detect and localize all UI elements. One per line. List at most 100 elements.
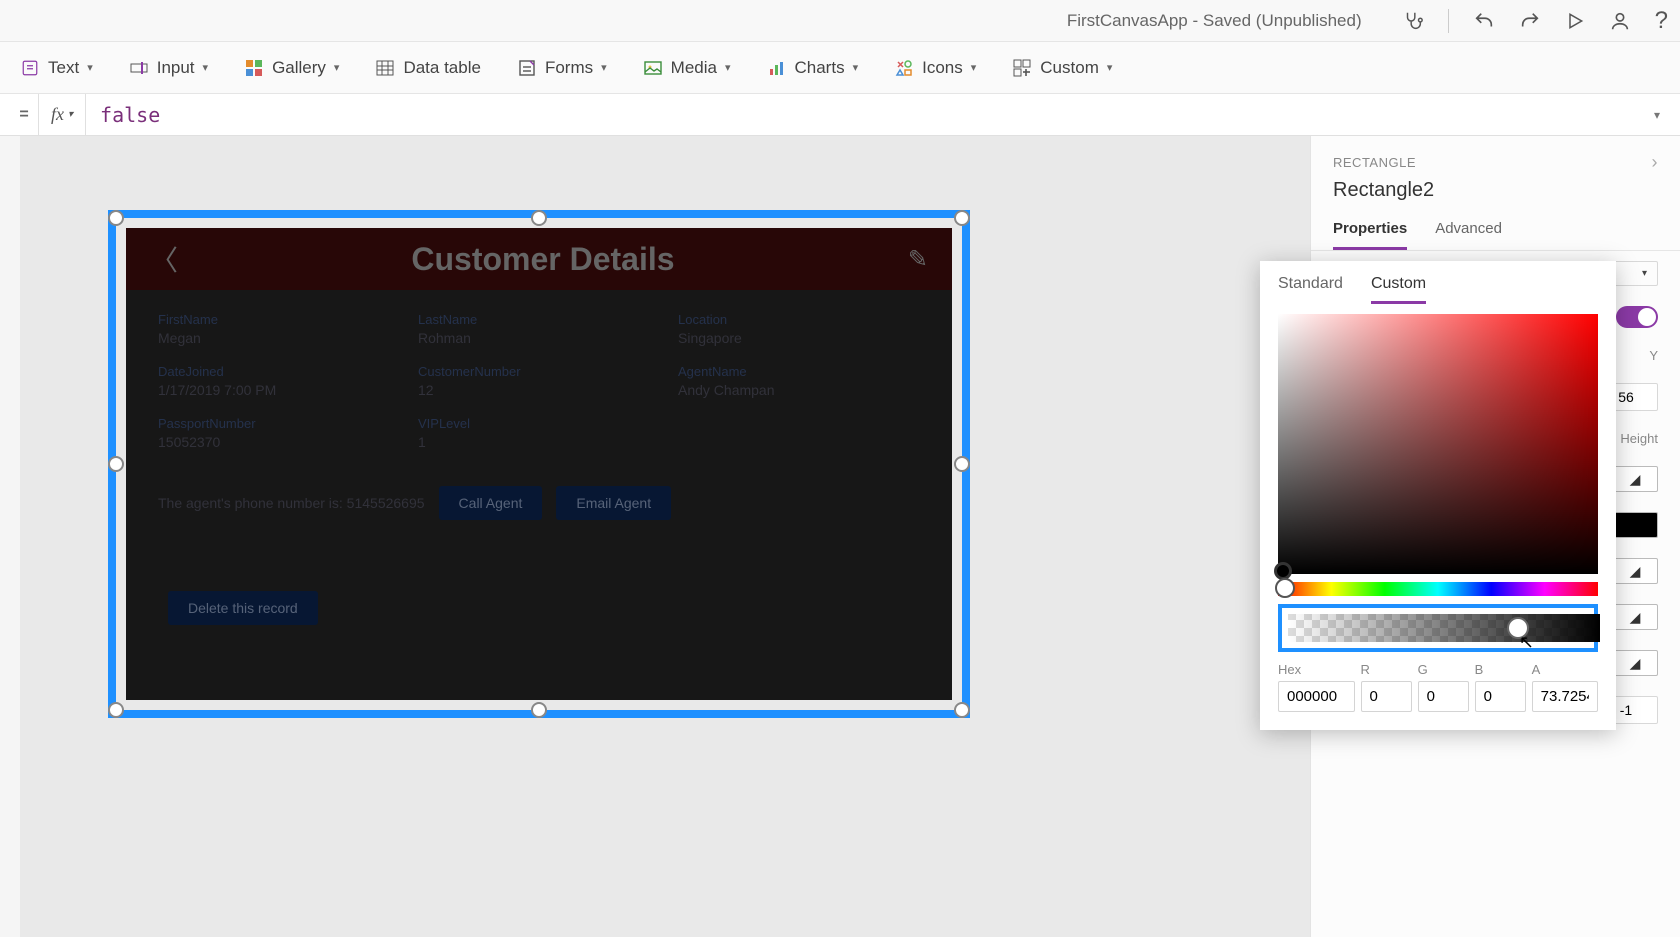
table-icon [375, 58, 395, 78]
tab-advanced[interactable]: Advanced [1435, 214, 1502, 250]
canvas[interactable]: 〈 Customer Details ✎ FirstName Megan Last… [20, 136, 1310, 937]
email-agent-button[interactable]: Email Agent [556, 486, 671, 520]
resize-handle[interactable] [531, 702, 547, 718]
ribbon-custom[interactable]: Custom▾ [1012, 58, 1112, 78]
expand-formula-icon[interactable]: ▾ [1644, 94, 1670, 135]
ribbon-media[interactable]: Media▾ [643, 58, 731, 78]
y-label: Y [1649, 348, 1658, 363]
icons-icon [894, 58, 914, 78]
hue-slider[interactable] [1278, 582, 1598, 596]
ribbon-input[interactable]: Input▾ [129, 58, 208, 78]
help-icon[interactable]: ? [1655, 7, 1668, 35]
ribbon: Text▾ Input▾ Gallery▾ Data table Forms▾ … [0, 42, 1680, 94]
g-input[interactable] [1418, 681, 1469, 712]
ribbon-data-table[interactable]: Data table [375, 58, 481, 78]
tab-standard[interactable]: Standard [1278, 275, 1343, 304]
back-icon[interactable]: 〈 [150, 239, 178, 279]
paint-icon: ◢ [1630, 563, 1641, 580]
visible-toggle[interactable] [1616, 306, 1658, 328]
b-input[interactable] [1475, 681, 1526, 712]
call-agent-button[interactable]: Call Agent [439, 486, 543, 520]
app-header: 〈 Customer Details ✎ [126, 228, 952, 290]
formula-input[interactable] [86, 94, 1644, 135]
field-label: VIPLevel [418, 416, 660, 431]
chevron-down-icon: ▾ [853, 61, 859, 74]
input-icon [129, 58, 149, 78]
chevron-down-icon: ▾ [971, 61, 977, 74]
border-swatch[interactable]: ◢ [1612, 558, 1658, 584]
field-label: DateJoined [158, 364, 400, 379]
field-value: Megan [158, 330, 400, 346]
field-label: Location [678, 312, 920, 327]
screen-title: Customer Details [411, 241, 674, 278]
agent-row: The agent's phone number is: 5145526695 … [126, 458, 952, 530]
delete-record-button[interactable]: Delete this record [168, 591, 318, 625]
g-label: G [1418, 662, 1469, 677]
field-value: Singapore [678, 330, 920, 346]
hover-fill-swatch[interactable]: ◢ [1612, 604, 1658, 630]
field-value: 1 [418, 434, 660, 450]
media-icon [643, 58, 663, 78]
hue-thumb[interactable] [1275, 578, 1295, 598]
field-label: CustomerNumber [418, 364, 660, 379]
field-label: FirstName [158, 312, 400, 327]
fx-dropdown[interactable]: fx▾ [38, 94, 86, 135]
field-value: 12 [418, 382, 660, 398]
text-icon [20, 58, 40, 78]
edit-icon[interactable]: ✎ [908, 245, 928, 274]
play-icon[interactable] [1565, 11, 1585, 31]
r-label: R [1361, 662, 1412, 677]
undo-icon[interactable] [1473, 10, 1495, 32]
field-value: 15052370 [158, 434, 400, 450]
field-value: Andy Champan [678, 382, 920, 398]
r-input[interactable] [1361, 681, 1412, 712]
resize-handle[interactable] [954, 210, 970, 226]
selection-frame[interactable]: 〈 Customer Details ✎ FirstName Megan Last… [108, 210, 970, 718]
resize-handle[interactable] [954, 456, 970, 472]
color-picker: Standard Custom ↖ Hex R G B A [1260, 261, 1616, 730]
ribbon-forms[interactable]: Forms▾ [517, 58, 607, 78]
fill-swatch[interactable]: ◢ [1612, 466, 1658, 492]
ribbon-charts[interactable]: Charts▾ [767, 58, 859, 78]
chevron-down-icon: ▾ [203, 61, 209, 74]
custom-icon [1012, 58, 1032, 78]
formula-bar: = fx▾ ▾ [0, 94, 1680, 136]
equals-label: = [10, 94, 38, 135]
alpha-thumb[interactable] [1507, 617, 1529, 639]
resize-handle[interactable] [954, 702, 970, 718]
field-label: AgentName [678, 364, 920, 379]
resize-handle[interactable] [108, 210, 124, 226]
b-label: B [1475, 662, 1526, 677]
user-icon[interactable] [1609, 10, 1631, 32]
chevron-right-icon[interactable]: › [1652, 152, 1659, 173]
field-label: PassportNumber [158, 416, 400, 431]
field-value: 1/17/2019 7:00 PM [158, 382, 400, 398]
ribbon-text[interactable]: Text▾ [20, 58, 93, 78]
saturation-value-area[interactable] [1278, 314, 1598, 574]
a-input[interactable] [1532, 681, 1598, 712]
charts-icon [767, 58, 787, 78]
tab-properties[interactable]: Properties [1333, 214, 1407, 250]
paint-icon: ◢ [1630, 655, 1641, 672]
object-type-label: RECTANGLE [1333, 155, 1416, 170]
chevron-down-icon: ▾ [725, 61, 731, 74]
chevron-down-icon: ▾ [1642, 268, 1647, 279]
fields-grid: FirstNameMegan LastNameRohman LocationSi… [126, 290, 952, 458]
resize-handle[interactable] [531, 210, 547, 226]
stethoscope-icon[interactable] [1402, 10, 1424, 32]
hex-input[interactable] [1278, 681, 1355, 712]
fill-swatch-black[interactable] [1612, 512, 1658, 538]
height-label: Height [1620, 431, 1658, 446]
alpha-slider[interactable]: ↖ [1288, 614, 1600, 642]
divider [1448, 9, 1449, 33]
pressed-fill-swatch[interactable]: ◢ [1612, 650, 1658, 676]
tab-custom[interactable]: Custom [1371, 275, 1426, 304]
ribbon-gallery[interactable]: Gallery▾ [244, 58, 339, 78]
resize-handle[interactable] [108, 456, 124, 472]
redo-icon[interactable] [1519, 10, 1541, 32]
resize-handle[interactable] [108, 702, 124, 718]
field-label: LastName [418, 312, 660, 327]
ribbon-icons[interactable]: Icons▾ [894, 58, 976, 78]
gallery-icon [244, 58, 264, 78]
paint-icon: ◢ [1630, 609, 1641, 626]
